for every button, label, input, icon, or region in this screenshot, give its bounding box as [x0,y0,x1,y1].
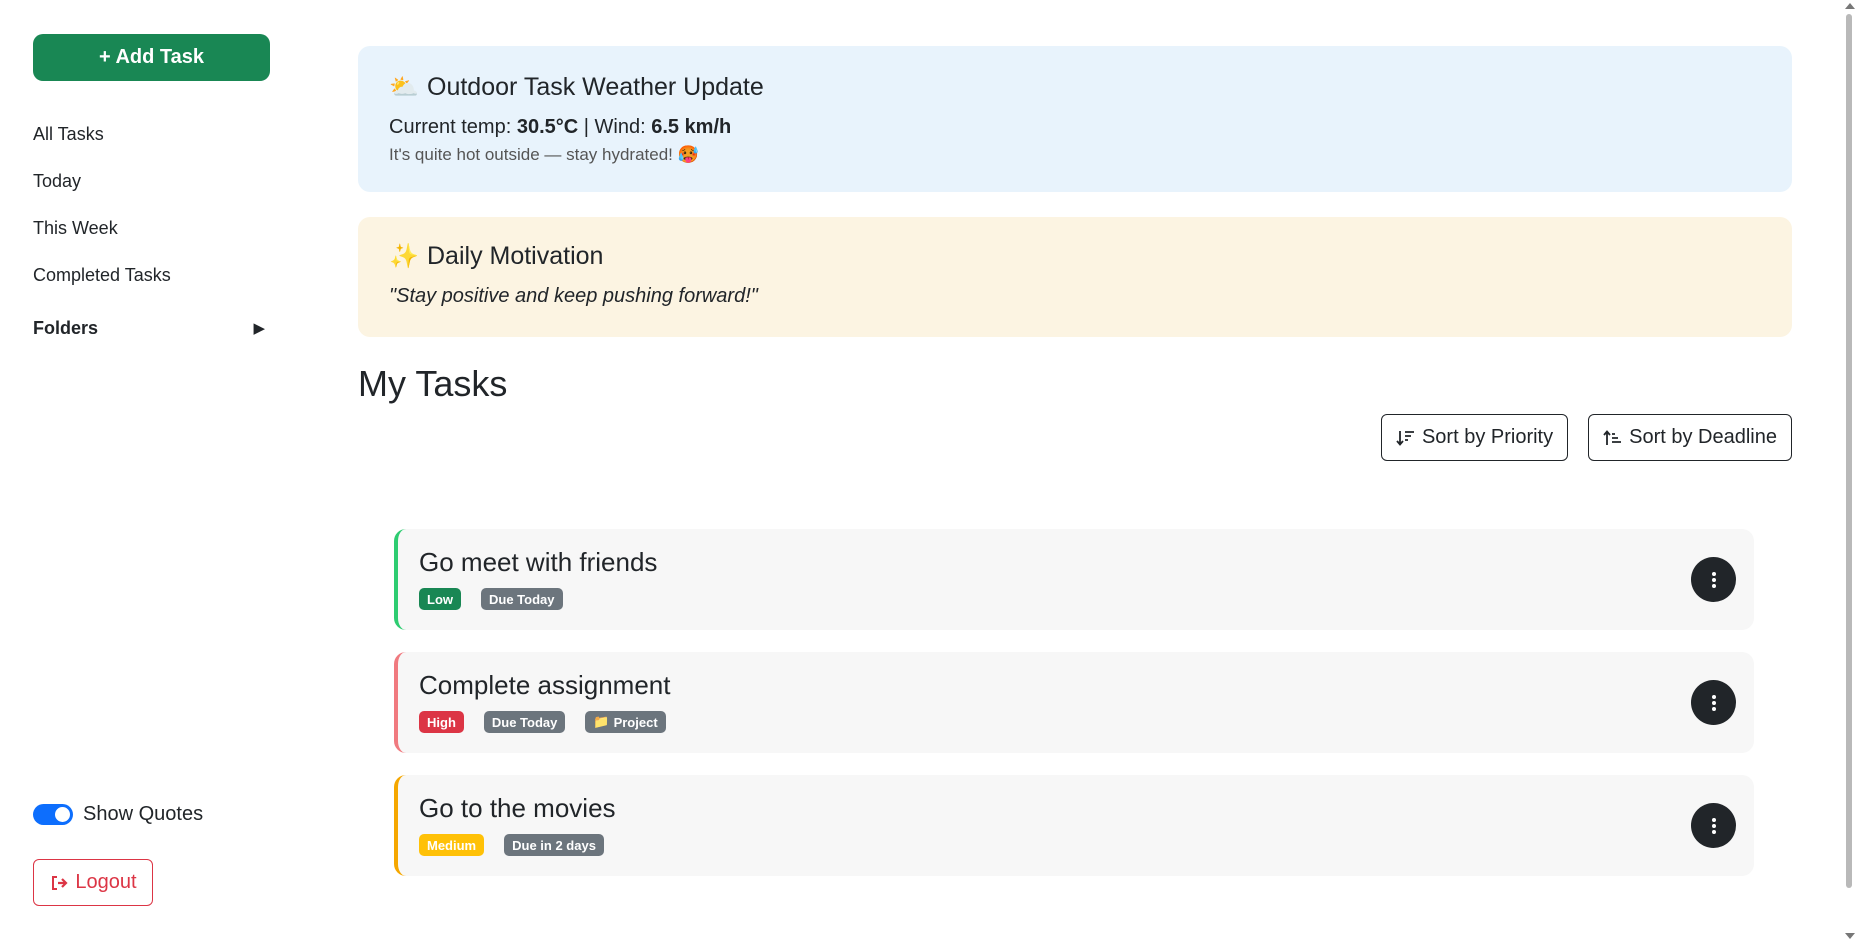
scroll-up-icon[interactable] [1845,3,1855,9]
weather-card: ⛅ Outdoor Task Weather Update Current te… [358,46,1792,192]
show-quotes-toggle[interactable]: Show Quotes [33,803,203,826]
sort-up-icon [1603,429,1622,445]
page-title: My Tasks [358,363,508,404]
sparkles-icon: ✨ [389,243,419,270]
add-task-button[interactable]: + Add Task [33,34,270,81]
app: + Add Task All Tasks Today This Week Com… [0,0,1858,942]
page-scrollbar[interactable] [1842,0,1858,942]
wind-value: 6.5 km/h [651,116,732,138]
sidebar-nav: All Tasks Today This Week Completed Task… [33,111,267,299]
folders-label: Folders [33,317,99,338]
sidebar: + Add Task All Tasks Today This Week Com… [0,0,300,942]
sidebar-item-completed-tasks[interactable]: Completed Tasks [33,252,267,299]
weather-note: It's quite hot outside — stay hydrated! … [389,145,699,164]
priority-badge: High [419,711,464,733]
task-menu-button[interactable] [1691,803,1736,848]
weather-title: ⛅ Outdoor Task Weather Update [389,73,1761,102]
sort-priority-label: Sort by Priority [1421,426,1554,448]
main-content: ⛅ Outdoor Task Weather Update Current te… [358,0,1792,942]
sort-by-deadline-button[interactable]: Sort by Deadline [1588,414,1792,461]
sort-deadline-label: Sort by Deadline [1629,426,1777,448]
scroll-down-icon[interactable] [1845,933,1855,939]
scroll-thumb[interactable] [1846,14,1852,888]
folders-toggle[interactable]: Folders ▶ [33,303,267,353]
show-quotes-label: Show Quotes [83,803,204,825]
sidebar-item-all-tasks[interactable]: All Tasks [33,111,267,158]
priority-badge: Low [419,588,461,610]
task-item[interactable]: Complete assignment High Due Today 📁 Pro… [394,652,1754,753]
motivation-title: ✨ Daily Motivation [389,242,1761,271]
logout-icon [52,875,68,890]
sort-by-priority-button[interactable]: Sort by Priority [1380,414,1569,461]
sidebar-item-this-week[interactable]: This Week [33,205,267,252]
folder-badge-label: Project [613,714,658,730]
priority-badge: Medium [419,834,485,856]
task-title: Complete assignment [419,670,671,700]
task-title: Go meet with friends [419,547,658,577]
folder-icon: 📁 [593,714,610,729]
more-vertical-icon [1711,694,1716,711]
toggle-switch[interactable] [33,804,73,825]
task-menu-button[interactable] [1691,680,1736,725]
caret-right-icon: ▶ [253,320,265,337]
logout-button[interactable]: Logout [33,859,153,906]
sort-controls: Sort by Priority Sort by Deadline [1380,414,1792,461]
task-item[interactable]: Go meet with friends Low Due Today [394,529,1754,630]
weather-title-text: Outdoor Task Weather Update [427,73,764,101]
task-title: Go to the movies [419,793,616,823]
weather-readout: Current temp: 30.5°C | Wind: 6.5 km/h [389,116,1761,139]
sort-down-icon [1396,430,1414,446]
motivation-card: ✨ Daily Motivation "Stay positive and ke… [358,217,1792,337]
temp-value: 30.5°C [516,116,579,138]
motivation-title-text: Daily Motivation [427,242,604,270]
logout-label: Logout [75,871,137,893]
folder-badge: 📁 Project [585,711,666,733]
due-badge: Due Today [481,588,563,610]
task-badges: High Due Today 📁 Project [419,711,1754,733]
due-badge: Due in 2 days [504,834,604,856]
sidebar-item-today[interactable]: Today [33,158,267,205]
sun-cloud-icon: ⛅ [389,74,419,101]
task-badges: Low Due Today [419,588,1754,610]
task-badges: Medium Due in 2 days [419,834,1754,856]
due-badge: Due Today [483,711,566,733]
task-list: Go meet with friends Low Due Today Compl… [394,529,1754,898]
wind-label: | Wind: [578,116,652,138]
more-vertical-icon [1711,817,1716,834]
task-menu-button[interactable] [1691,557,1736,602]
more-vertical-icon [1711,571,1716,588]
temp-label: Current temp: [389,116,517,138]
task-item[interactable]: Go to the movies Medium Due in 2 days [394,775,1754,876]
motivation-quote: "Stay positive and keep pushing forward!… [389,285,758,307]
